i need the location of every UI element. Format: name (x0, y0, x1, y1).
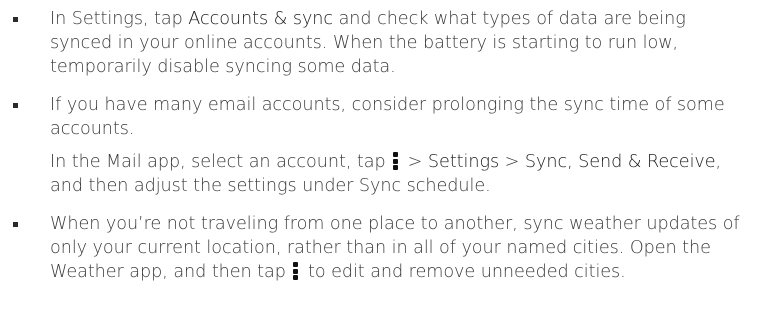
setting-name: Settings (427, 152, 500, 172)
setting-name: Sync, Send & Receive (524, 152, 716, 172)
text-run: In the Mail app, select an account, tap (50, 152, 392, 172)
more-vertical-icon (293, 262, 299, 280)
bullet-marker (13, 103, 18, 108)
paragraph: In Settings, tap Accounts & sync and che… (50, 7, 750, 79)
paragraph: If you have many email accounts, conside… (50, 95, 725, 139)
list-item: In Settings, tap Accounts & sync and che… (0, 7, 758, 79)
document-body: In Settings, tap Accounts & sync and che… (0, 0, 758, 282)
paragraph: When you’re not traveling from one place… (50, 212, 750, 284)
bullet-marker (13, 222, 18, 227)
setting-name: Accounts & sync (188, 9, 334, 29)
text-run: > (402, 152, 428, 172)
more-vertical-icon (393, 152, 399, 170)
list-item: If you have many email accounts, conside… (0, 93, 758, 198)
list-item: When you’re not traveling from one place… (0, 212, 758, 284)
text-run: In Settings, tap (50, 9, 189, 29)
bullet-marker (13, 17, 18, 22)
text-run: to edit and remove unneeded cities. (302, 262, 626, 282)
text-run: > (499, 152, 525, 172)
paragraph: In the Mail app, select an account, tap … (50, 150, 750, 198)
